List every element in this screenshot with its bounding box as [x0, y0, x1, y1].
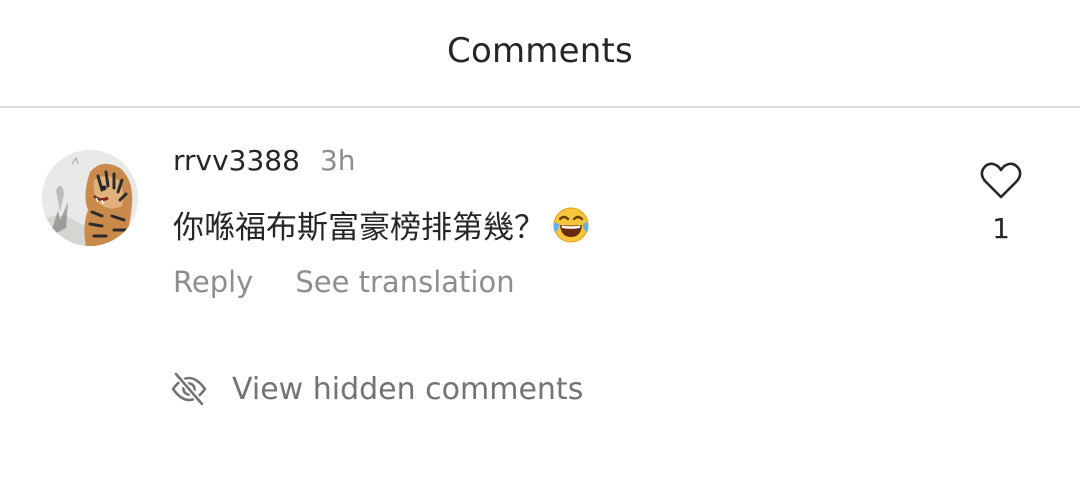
comments-header: Comments [0, 0, 1080, 106]
avatar[interactable] [42, 150, 138, 246]
comment-timestamp: 3h [319, 144, 356, 177]
view-hidden-comments-button[interactable]: View hidden comments [170, 366, 583, 412]
comment-header: rrvv3388 3h [173, 144, 356, 184]
header-divider [0, 106, 1080, 108]
like-count: 1 [992, 212, 1010, 245]
comments-screen: Comments rrvv3388 3h 你喺福布斯富豪榜排第幾？ Reply … [0, 0, 1080, 487]
face-with-tears-of-joy-icon [551, 204, 591, 244]
comment-text: 你喺福布斯富豪榜排第幾？ [173, 209, 545, 246]
page-title: Comments [447, 31, 633, 71]
heart-outline-icon[interactable] [979, 160, 1023, 202]
tiger-avatar-image [42, 150, 138, 246]
comment-body: 你喺福布斯富豪榜排第幾？ [173, 200, 591, 248]
eye-slash-icon [170, 370, 208, 408]
comment-username[interactable]: rrvv3388 [173, 144, 300, 177]
view-hidden-comments-label: View hidden comments [232, 371, 584, 407]
comment-actions: Reply See translation [173, 262, 515, 302]
reply-button[interactable]: Reply [173, 265, 253, 299]
see-translation-button[interactable]: See translation [295, 265, 514, 299]
like-section: 1 [976, 160, 1026, 245]
